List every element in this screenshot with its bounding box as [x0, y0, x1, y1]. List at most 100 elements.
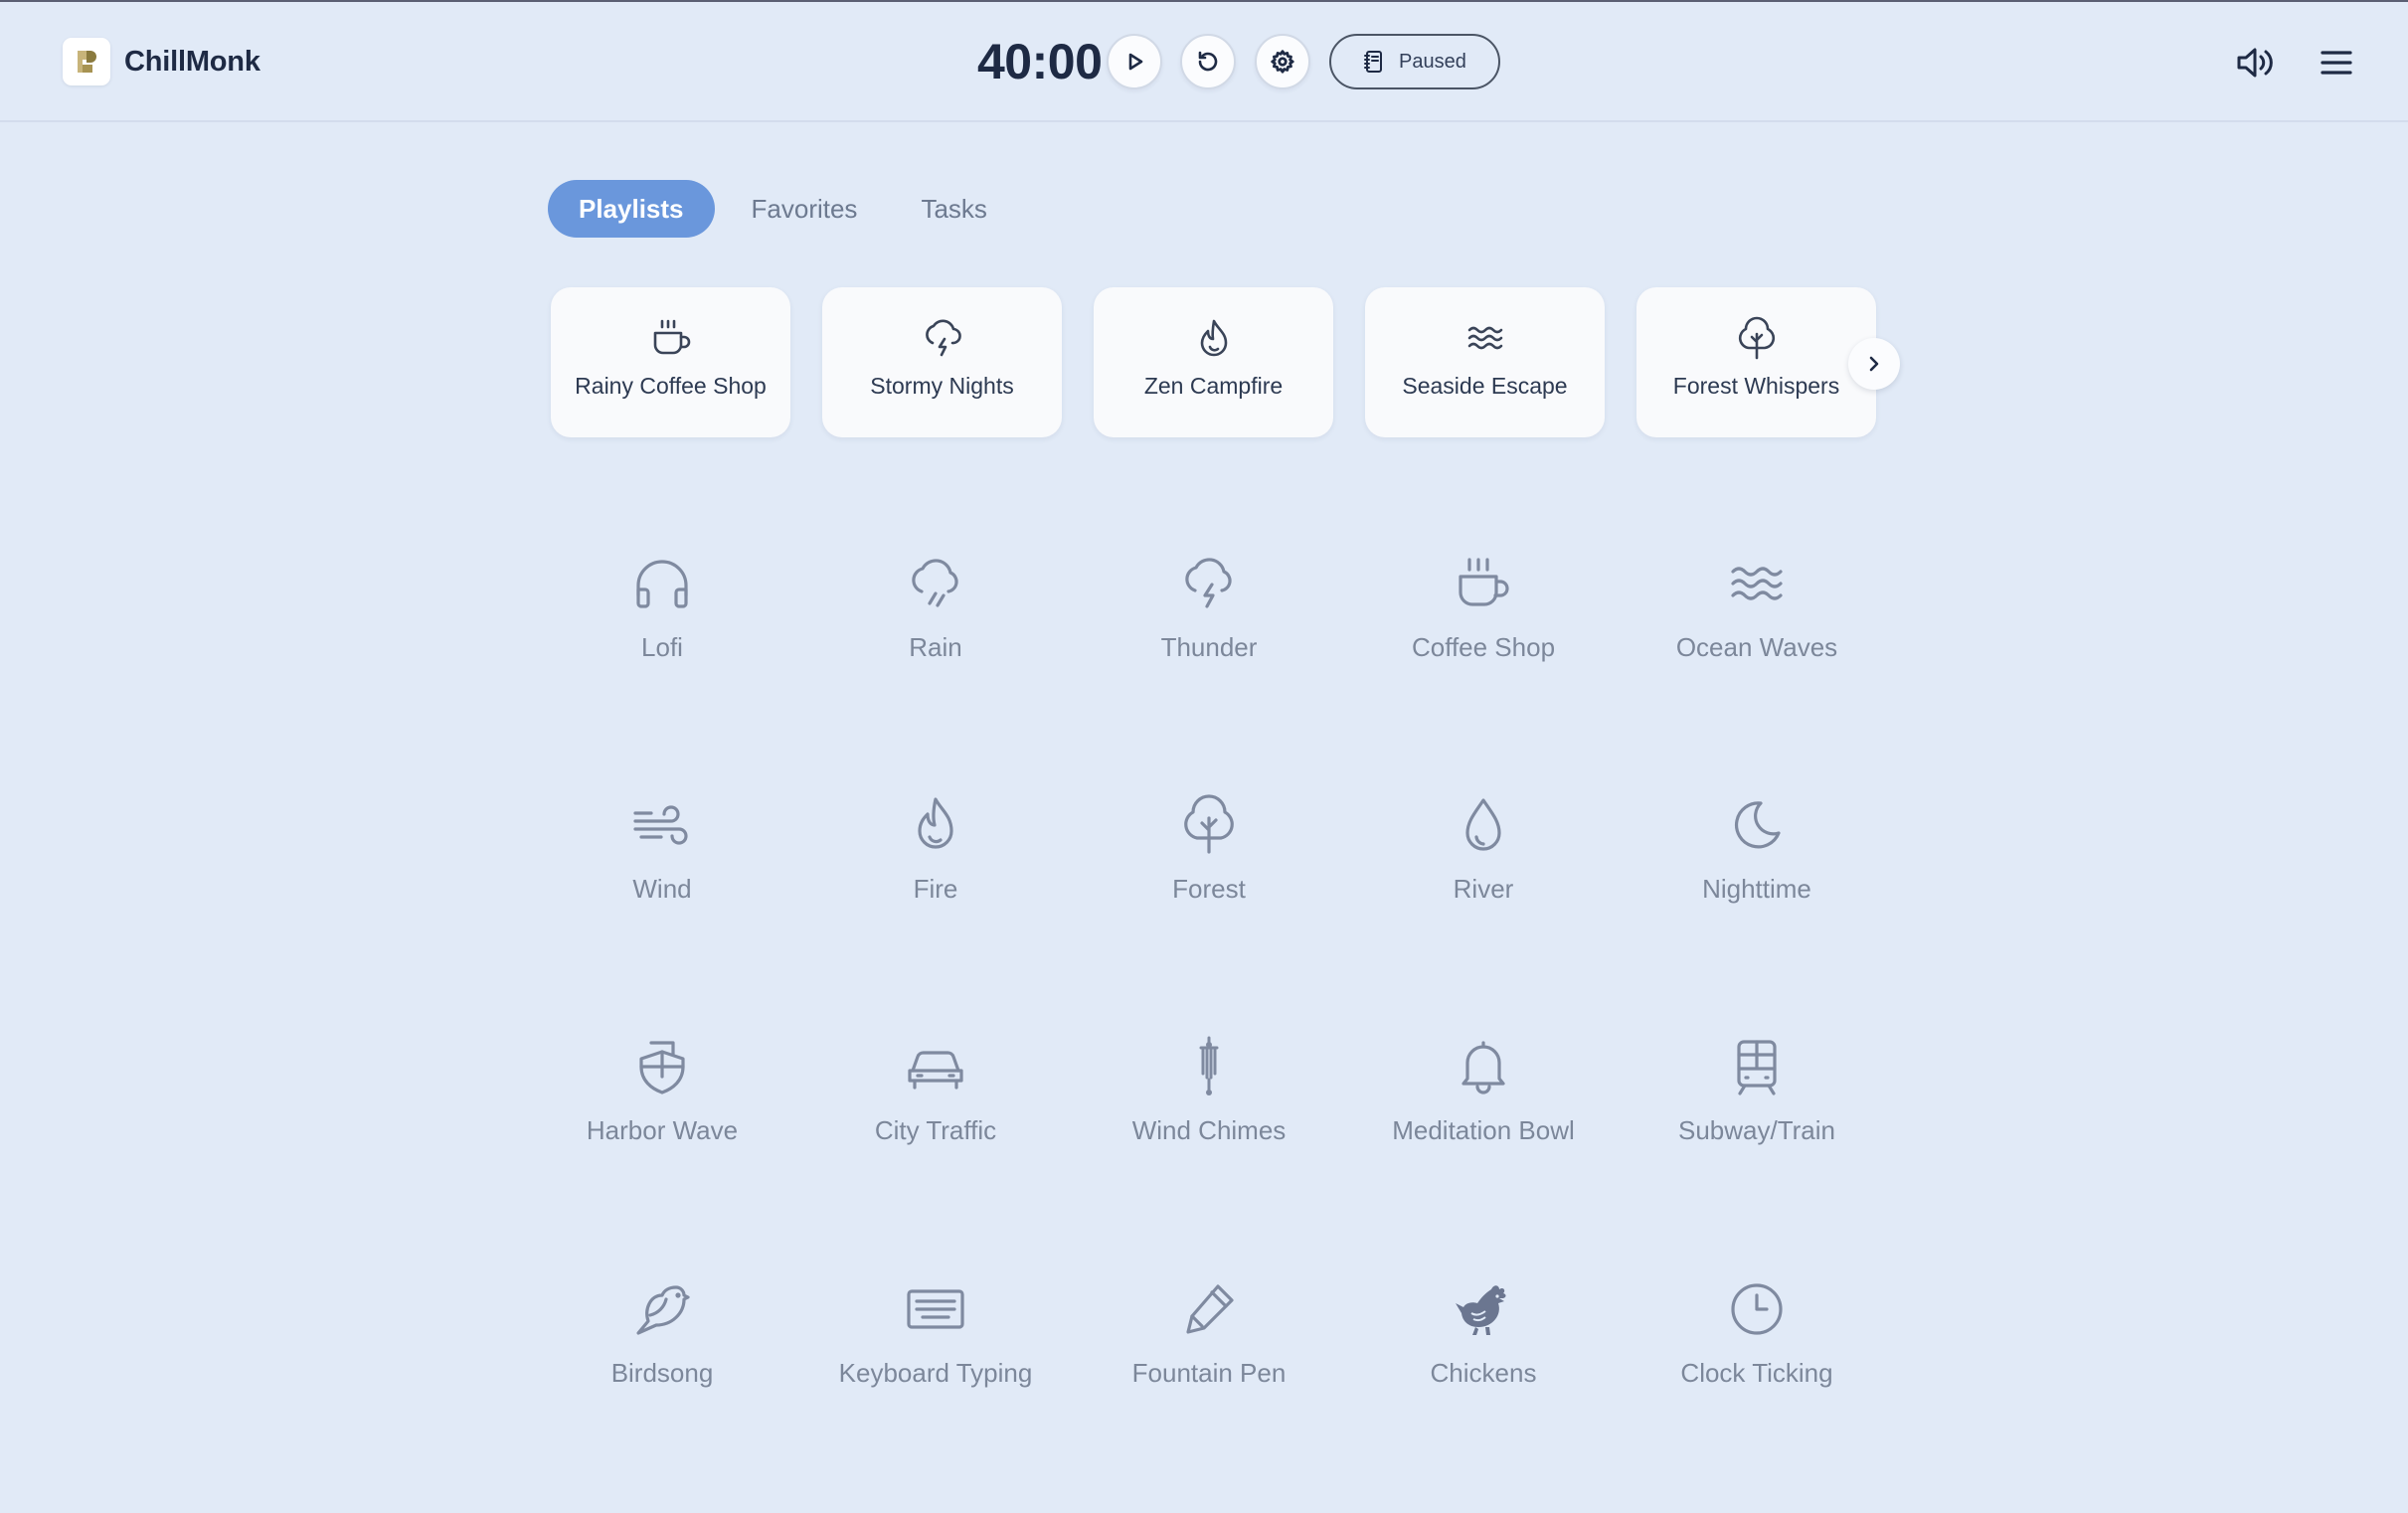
volume-button[interactable] — [2232, 40, 2278, 85]
sound-label: Forest — [1172, 874, 1246, 904]
task-status-label: Paused — [1399, 50, 1466, 73]
sound-fountain-pen[interactable]: Fountain Pen — [1080, 1274, 1338, 1424]
moon-icon — [1734, 801, 1781, 849]
sound-clock-ticking[interactable]: Clock Ticking — [1628, 1274, 1886, 1424]
play-icon — [1128, 53, 1143, 71]
bird-icon — [636, 1285, 690, 1335]
sound-label: Meditation Bowl — [1392, 1115, 1575, 1145]
sound-label: Rain — [909, 632, 962, 662]
tab-favorites[interactable]: Favorites — [721, 180, 889, 238]
sound-wind[interactable]: Wind — [533, 790, 791, 939]
thunder-icon — [1185, 558, 1232, 608]
tab-bar: Playlists Favorites Tasks — [548, 180, 1018, 238]
sound-label: Nighttime — [1702, 874, 1811, 904]
task-status-button[interactable]: Paused — [1329, 34, 1500, 89]
sound-label: Lofi — [641, 632, 683, 662]
headphones-icon — [636, 560, 688, 608]
playlist-card-stormy-nights[interactable]: Stormy Nights — [822, 287, 1062, 437]
playlist-card-zen-campfire[interactable]: Zen Campfire — [1094, 287, 1333, 437]
sound-label: Wind — [632, 874, 692, 904]
coffee-icon — [653, 319, 690, 355]
brand-name: ChillMonk — [124, 45, 260, 78]
play-button[interactable] — [1107, 34, 1162, 89]
sound-label: Birdsong — [610, 1358, 714, 1388]
volume-icon — [2237, 48, 2273, 78]
gear-icon — [1271, 50, 1294, 74]
sound-label: City Traffic — [874, 1115, 997, 1145]
sound-label: Harbor Wave — [586, 1115, 739, 1145]
sound-label: Subway/Train — [1678, 1115, 1835, 1145]
sound-label: Chickens — [1430, 1358, 1537, 1388]
sound-rain[interactable]: Rain — [806, 549, 1065, 698]
chicken-icon — [1456, 1285, 1506, 1335]
tree-icon — [1738, 316, 1775, 360]
sound-label: Fountain Pen — [1131, 1358, 1287, 1388]
rain-icon — [912, 559, 958, 607]
sound-keyboard-typing[interactable]: Keyboard Typing — [806, 1274, 1065, 1424]
carousel-next-button[interactable] — [1848, 338, 1900, 390]
sound-label: Wind Chimes — [1131, 1115, 1287, 1145]
sound-city-traffic[interactable]: City Traffic — [806, 1032, 1065, 1181]
brand[interactable]: ChillMonk — [63, 38, 260, 85]
train-icon — [1737, 1040, 1777, 1095]
sound-subway-train[interactable]: Subway/Train — [1628, 1032, 1886, 1181]
sound-wind-chimes[interactable]: Wind Chimes — [1080, 1032, 1338, 1181]
sound-chickens[interactable]: Chickens — [1354, 1274, 1613, 1424]
keyboard-icon — [907, 1289, 964, 1329]
settings-button[interactable] — [1255, 34, 1310, 89]
sound-fire[interactable]: Fire — [806, 790, 1065, 939]
sound-forest[interactable]: Forest — [1080, 790, 1338, 939]
tab-playlists[interactable]: Playlists — [548, 180, 715, 238]
coffee-icon — [1459, 558, 1509, 606]
tab-tasks[interactable]: Tasks — [890, 180, 1017, 238]
menu-icon — [2321, 51, 2352, 75]
sound-label: Coffee Shop — [1411, 632, 1556, 662]
playlist-card-label: Forest Whispers — [1672, 373, 1840, 399]
playlist-card-label: Rainy Coffee Shop — [575, 373, 767, 399]
playlist-card-rainy-coffee-shop[interactable]: Rainy Coffee Shop — [551, 287, 790, 437]
sound-label: Clock Ticking — [1680, 1358, 1833, 1388]
car-icon — [908, 1051, 963, 1090]
sound-label: Ocean Waves — [1675, 632, 1838, 662]
notebook-icon — [1364, 51, 1382, 73]
sound-thunder[interactable]: Thunder — [1080, 549, 1338, 698]
sound-nighttime[interactable]: Nighttime — [1628, 790, 1886, 939]
reset-button[interactable] — [1180, 34, 1236, 89]
sound-label: Fire — [913, 874, 958, 904]
sound-label: River — [1453, 874, 1514, 904]
tree-icon — [1184, 794, 1234, 854]
playlist-card-label: Seaside Escape — [1402, 373, 1568, 399]
playlist-card-seaside-escape[interactable]: Seaside Escape — [1365, 287, 1605, 437]
sound-meditation-bowl[interactable]: Meditation Bowl — [1354, 1032, 1613, 1181]
bell-icon — [1462, 1041, 1505, 1094]
menu-button[interactable] — [2314, 40, 2359, 85]
wind-chimes-icon — [1199, 1036, 1219, 1095]
storm-icon — [925, 319, 961, 357]
sound-lofi[interactable]: Lofi — [533, 549, 791, 698]
waves-icon — [1467, 326, 1502, 350]
brand-logo-icon — [63, 38, 110, 85]
flame-icon — [1200, 319, 1227, 357]
sound-river[interactable]: River — [1354, 790, 1613, 939]
sound-coffee-shop[interactable]: Coffee Shop — [1354, 549, 1613, 698]
wind-icon — [633, 805, 688, 845]
waves-icon — [1731, 567, 1783, 600]
timer-display: 40:00 — [977, 34, 1103, 89]
sound-birdsong[interactable]: Birdsong — [533, 1274, 791, 1424]
playlist-card-label: Stormy Nights — [870, 373, 1014, 399]
timer-controls: 40:00 Paused — [977, 33, 1500, 90]
flame-icon — [918, 797, 953, 849]
playlist-card-forest-whispers[interactable]: Forest Whispers — [1636, 287, 1876, 437]
sound-harbor-wave[interactable]: Harbor Wave — [533, 1032, 791, 1181]
playlist-card-label: Zen Campfire — [1143, 373, 1284, 399]
pen-icon — [1186, 1284, 1234, 1334]
sound-ocean-waves[interactable]: Ocean Waves — [1628, 549, 1886, 698]
clock-icon — [1731, 1283, 1783, 1335]
top-bar: ChillMonk 40:00 Paused — [0, 0, 2408, 122]
reset-icon — [1198, 51, 1218, 72]
boat-icon — [639, 1041, 685, 1094]
droplet-icon — [1465, 798, 1501, 851]
sound-label: Keyboard Typing — [838, 1358, 1033, 1388]
chevron-right-icon — [1869, 356, 1879, 372]
sound-label: Thunder — [1160, 632, 1258, 662]
